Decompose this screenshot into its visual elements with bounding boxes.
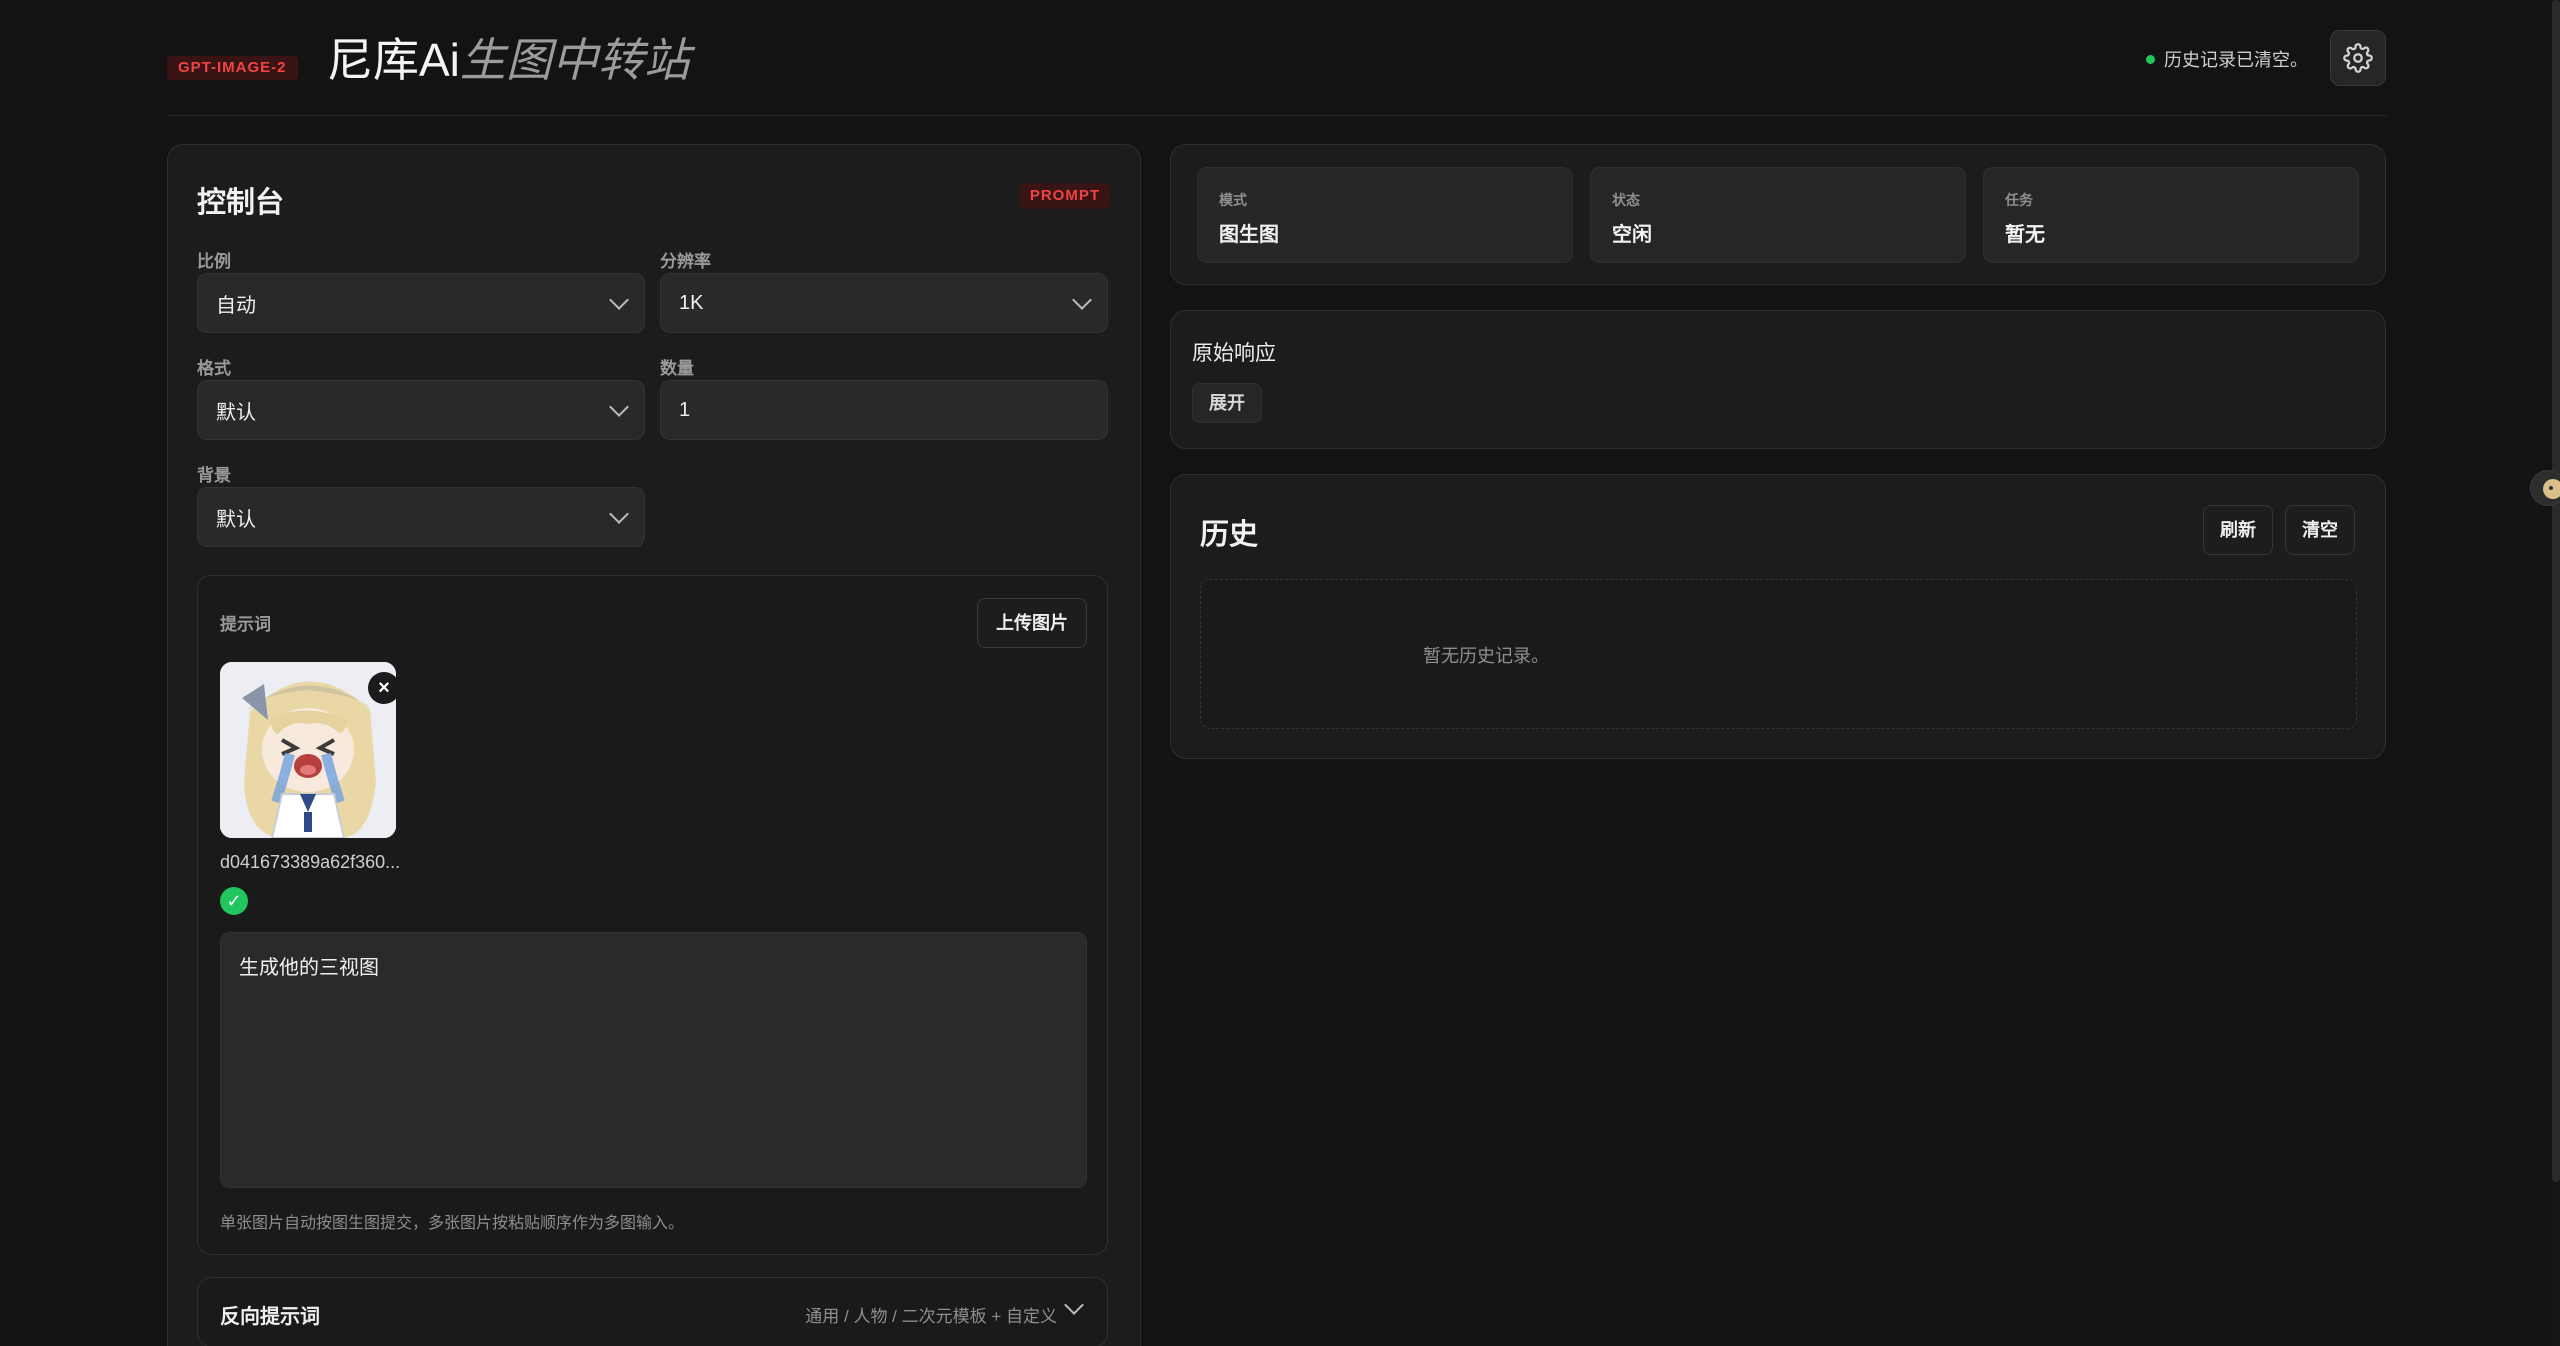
gear-icon <box>2343 43 2373 73</box>
status-notification: 历史记录已清空。 <box>2146 46 2308 72</box>
prompt-textarea[interactable]: 生成他的三视图 <box>220 932 1087 1188</box>
clear-button[interactable]: 清空 <box>2285 505 2355 555</box>
format-label: 格式 <box>197 359 231 378</box>
prompt-helper-text: 单张图片自动按图生图提交，多张图片按粘贴顺序作为多图输入。 <box>220 1215 685 1232</box>
status-dot-icon <box>2146 54 2155 64</box>
console-panel: 控制台 PROMPT 比例 自动 分辨率 1K 格式 默认 数量 1 背景 默认… <box>167 144 1141 1346</box>
ratio-value: 自动 <box>216 294 256 317</box>
resolution-value: 1K <box>679 291 704 314</box>
check-circle-icon: ✓ <box>220 887 248 915</box>
console-title: 控制台 <box>197 187 285 219</box>
assistant-avatar-widget[interactable] <box>2530 470 2560 506</box>
quantity-input[interactable]: 1 <box>660 380 1108 440</box>
ratio-label: 比例 <box>197 252 231 271</box>
state-value: 空闲 <box>1612 224 1652 246</box>
negative-prompt-title: 反向提示词 <box>220 1306 320 1328</box>
page-title: 尼库Ai生图中转站 <box>327 30 690 90</box>
history-title: 历史 <box>1200 519 1259 551</box>
raw-response-title: 原始响应 <box>1192 342 1276 365</box>
refresh-button[interactable]: 刷新 <box>2203 505 2273 555</box>
history-empty-text: 暂无历史记录。 <box>1423 646 1549 666</box>
format-select[interactable]: 默认 <box>197 380 645 440</box>
task-card: 任务 暂无 <box>1983 167 2359 263</box>
model-badge: GPT-IMAGE-2 <box>167 56 298 80</box>
expand-button[interactable]: 展开 <box>1192 383 1262 423</box>
chevron-down-icon <box>609 397 629 417</box>
state-card: 状态 空闲 <box>1590 167 1966 263</box>
format-value: 默认 <box>216 401 256 424</box>
prompt-badge: PROMPT <box>1019 183 1110 209</box>
quantity-label: 数量 <box>660 359 694 378</box>
state-label: 状态 <box>1612 192 1640 208</box>
chevron-down-icon <box>1072 290 1092 310</box>
mode-card: 模式 图生图 <box>1197 167 1573 263</box>
resolution-select[interactable]: 1K <box>660 273 1108 333</box>
settings-button[interactable] <box>2330 30 2386 86</box>
background-value: 默认 <box>216 508 256 531</box>
background-select[interactable]: 默认 <box>197 487 645 547</box>
negative-prompt-section[interactable]: 反向提示词 通用 / 人物 / 二次元模板 + 自定义 <box>197 1277 1108 1346</box>
negative-prompt-templates: 通用 / 人物 / 二次元模板 + 自定义 <box>805 1307 1057 1326</box>
task-label: 任务 <box>2005 192 2033 208</box>
chevron-down-icon <box>609 504 629 524</box>
app-header: GPT-IMAGE-2 尼库Ai生图中转站 历史记录已清空。 <box>167 0 2386 116</box>
scrollbar-track[interactable] <box>2552 0 2560 1346</box>
title-main: 尼库Ai <box>327 34 460 86</box>
history-panel: 历史 刷新 清空 暂无历史记录。 <box>1170 474 2386 759</box>
avatar-icon <box>2543 479 2560 499</box>
chevron-down-icon <box>609 290 629 310</box>
resolution-label: 分辨率 <box>660 252 711 271</box>
remove-image-button[interactable]: × <box>368 672 400 704</box>
prompt-label: 提示词 <box>220 615 271 634</box>
status-note-text: 历史记录已清空。 <box>2164 50 2308 70</box>
history-empty-state: 暂无历史记录。 <box>1200 579 2357 729</box>
chevron-down-icon <box>1064 1295 1084 1315</box>
image-filename: d041673389a62f360... <box>220 852 401 872</box>
task-value: 暂无 <box>2005 224 2045 246</box>
scrollbar-thumb[interactable] <box>2552 0 2560 1182</box>
app-container: GPT-IMAGE-2 尼库Ai生图中转站 历史记录已清空。 控制台 PROMP… <box>167 0 2386 1346</box>
raw-response-panel: 原始响应 展开 <box>1170 310 2386 449</box>
title-accent: 生图中转站 <box>459 34 690 86</box>
mode-value: 图生图 <box>1219 224 1279 246</box>
mode-label: 模式 <box>1219 192 1247 208</box>
status-panel: 模式 图生图 状态 空闲 任务 暂无 <box>1170 144 2386 285</box>
background-label: 背景 <box>197 466 231 485</box>
upload-image-button[interactable]: 上传图片 <box>977 598 1087 648</box>
prompt-section: 提示词 上传图片 × d041673389a62f360... ✓ 生成他的三视… <box>197 575 1108 1255</box>
quantity-value: 1 <box>679 398 691 421</box>
ratio-select[interactable]: 自动 <box>197 273 645 333</box>
